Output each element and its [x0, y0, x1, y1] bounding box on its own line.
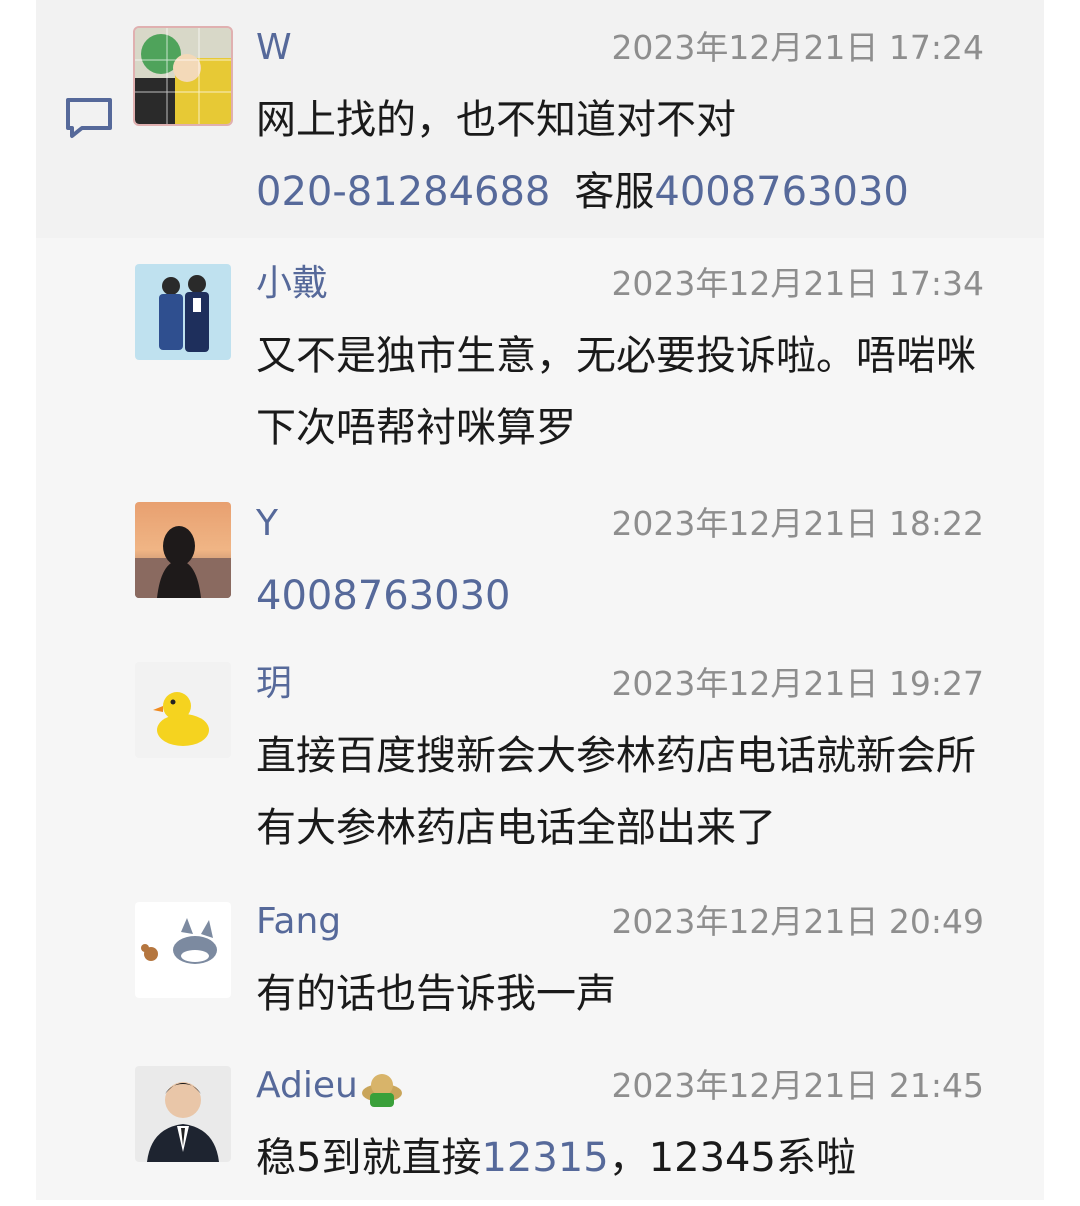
comment-time: 2023年12月21日 21:45	[611, 1066, 984, 1105]
commenter-name[interactable]: W	[256, 26, 292, 70]
phone-link[interactable]: 12315	[481, 1135, 608, 1181]
comment-time: 2023年12月21日 18:22	[611, 504, 984, 543]
avatar[interactable]	[135, 662, 231, 758]
avatar[interactable]	[135, 264, 231, 360]
comment-list: W 2023年12月21日 17:24 网上找的，也不知道对不对 020-812…	[36, 0, 1044, 1200]
phone-link[interactable]: 020-81284688	[256, 169, 550, 215]
comment-time: 2023年12月21日 17:34	[611, 264, 984, 303]
comment-text: 有的话也告诉我一声	[256, 971, 616, 1017]
comment-time: 2023年12月21日 20:49	[611, 902, 984, 941]
commenter-name-text: Adieu	[256, 1065, 358, 1106]
comment-text: 直接百度搜新会大参林药店电话就新会所有大参林药店电话全部出来了	[256, 733, 976, 851]
avatar[interactable]	[135, 502, 231, 598]
commenter-name[interactable]: Adieu	[256, 1064, 404, 1109]
avatar[interactable]	[135, 1066, 231, 1162]
comment-time: 2023年12月21日 17:24	[611, 28, 984, 67]
comment-line: 020-81284688 客服4008763030	[256, 156, 996, 228]
phone-link[interactable]: 4008763030	[256, 573, 511, 619]
phone-link[interactable]: 4008763030	[654, 169, 909, 215]
comment-line: 网上找的，也不知道对不对	[256, 97, 736, 143]
hat-emoji-icon	[361, 1074, 402, 1107]
avatar[interactable]	[133, 26, 233, 126]
commenter-name[interactable]: 玥	[256, 662, 292, 706]
comment-time: 2023年12月21日 19:27	[611, 664, 984, 703]
comment-bubble-icon[interactable]	[64, 96, 114, 140]
commenter-name[interactable]: Fang	[256, 900, 341, 944]
comment-text-part: ，12345系啦	[608, 1135, 856, 1181]
commenter-name[interactable]: Y	[256, 502, 278, 546]
comment-text: 又不是独市生意，无必要投诉啦。唔啱咪下次唔帮衬咪算罗	[256, 333, 976, 451]
comment-text-part: 稳5到就直接	[256, 1135, 482, 1181]
service-label: 客服	[574, 169, 655, 215]
comment-text: 4008763030	[256, 560, 996, 632]
comment-text: 网上找的，也不知道对不对 020-81284688 客服4008763030	[256, 84, 996, 228]
comment-text: 稳5到就直接12315，12345系啦	[256, 1122, 996, 1194]
avatar[interactable]	[135, 902, 231, 998]
commenter-name[interactable]: 小戴	[256, 262, 328, 306]
